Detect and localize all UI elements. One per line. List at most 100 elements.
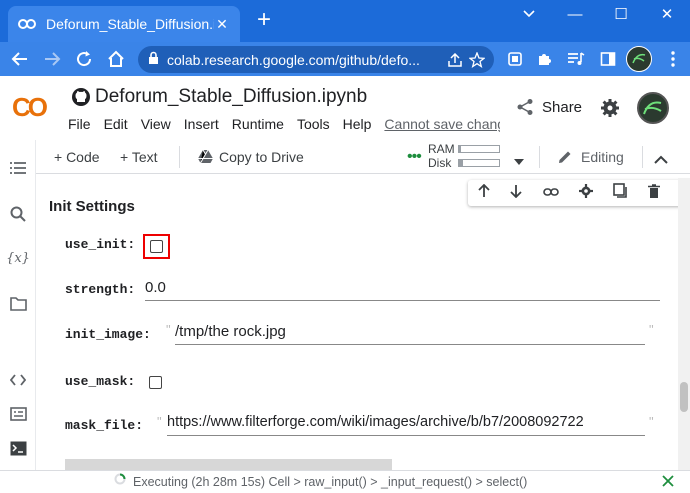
resource-monitor[interactable]: RAM Disk <box>428 142 500 170</box>
files-folder-icon[interactable] <box>8 294 28 314</box>
init-image-label: init_image: <box>65 327 151 342</box>
puzzle-extensions-icon[interactable] <box>531 46 557 72</box>
drive-icon <box>198 150 213 163</box>
terminal-icon[interactable] <box>8 438 28 458</box>
bookmark-star-icon[interactable] <box>466 51 488 68</box>
runtime-dropdown-icon[interactable] <box>514 152 524 168</box>
search-icon[interactable] <box>8 204 28 224</box>
add-code-button[interactable]: + Code <box>54 149 100 165</box>
chevron-down-icon[interactable] <box>506 0 552 28</box>
form-cell: Init Settings use_init: strength: 0.0 in… <box>38 180 690 470</box>
use-init-label: use_init: <box>65 237 136 252</box>
move-cell-down-icon[interactable] <box>510 184 523 203</box>
cannot-save-link[interactable]: Cannot save changes <box>384 116 500 132</box>
move-cell-up-icon[interactable] <box>478 183 490 203</box>
quote-open: " <box>157 414 162 429</box>
minimize-button[interactable]: — <box>552 0 598 28</box>
menu-edit[interactable]: Edit <box>104 116 128 132</box>
notebook-title[interactable]: Deforum_Stable_Diffusion.ipynb <box>71 86 367 108</box>
use-mask-label: use_mask: <box>65 374 136 389</box>
lock-icon <box>148 51 159 68</box>
copy-to-drive-button[interactable]: Copy to Drive <box>198 149 304 165</box>
executing-spinner-icon <box>114 473 126 488</box>
share-icon <box>517 99 533 115</box>
collapse-chevron-up-icon[interactable] <box>654 151 668 167</box>
share-button[interactable]: Share <box>516 98 582 116</box>
back-arrow-icon[interactable] <box>6 45 34 73</box>
ram-bar-fill <box>459 146 461 152</box>
profile-avatar-icon[interactable] <box>626 46 652 72</box>
strength-label: strength: <box>65 282 136 297</box>
disk-bar-fill <box>459 160 463 166</box>
url-text: colab.research.google.com/github/defo... <box>167 51 420 68</box>
maximize-button[interactable]: ☐ <box>598 0 644 28</box>
mask-file-label: mask_file: <box>65 418 144 433</box>
toolbar-divider <box>539 145 540 168</box>
side-panel-icon[interactable] <box>595 46 621 72</box>
vertical-scrollbar[interactable] <box>678 178 690 470</box>
ram-label: RAM <box>428 142 455 156</box>
browser-tab[interactable]: Deforum_Stable_Diffusion.ipynb ✕ <box>8 6 240 42</box>
address-bar[interactable]: colab.research.google.com/github/defo... <box>138 46 494 73</box>
reload-icon[interactable] <box>70 45 98 73</box>
disk-label: Disk <box>428 156 452 170</box>
settings-gear-icon[interactable] <box>600 98 620 123</box>
toolbar-divider <box>179 145 180 168</box>
new-tab-button[interactable]: + <box>252 8 276 33</box>
use-init-checkbox[interactable] <box>150 240 163 253</box>
delete-cell-icon[interactable] <box>647 183 660 203</box>
media-queue-icon[interactable] <box>563 46 589 72</box>
quote-close: " <box>649 322 654 337</box>
disk-bar <box>458 159 500 167</box>
copy-to-drive-label: Copy to Drive <box>219 148 304 165</box>
notebook-title-text: Deforum_Stable_Diffusion.ipynb <box>95 86 368 107</box>
colab-logo[interactable]: CO <box>12 92 48 123</box>
use-mask-checkbox[interactable] <box>149 376 162 389</box>
connected-status-icon: ••• <box>407 148 422 165</box>
close-window-button[interactable]: ✕ <box>644 0 690 28</box>
command-palette-icon[interactable] <box>8 404 28 424</box>
mask-file-input[interactable]: https://www.filterforge.com/wiki/images/… <box>167 414 645 436</box>
link-icon[interactable] <box>542 184 559 202</box>
menu-insert[interactable]: Insert <box>184 116 219 132</box>
section-title: Init Settings <box>49 198 135 215</box>
code-snippets-icon[interactable] <box>8 370 28 390</box>
strength-input[interactable]: 0.0 <box>145 279 660 301</box>
toolbar-divider <box>642 145 643 168</box>
quote-close: " <box>649 414 654 429</box>
menu-view[interactable]: View <box>141 116 171 132</box>
user-avatar[interactable] <box>637 92 669 124</box>
table-of-contents-icon[interactable] <box>8 158 28 178</box>
status-close-icon[interactable] <box>662 475 674 490</box>
status-text: Executing (2h 28m 15s) Cell > raw_input(… <box>133 475 528 489</box>
forward-arrow-icon[interactable] <box>38 45 66 73</box>
editing-label: Editing <box>581 148 624 165</box>
add-text-button[interactable]: + Text <box>120 149 158 165</box>
menu-tools[interactable]: Tools <box>297 116 330 132</box>
menu-runtime[interactable]: Runtime <box>232 116 284 132</box>
horizontal-scrollbar[interactable] <box>65 459 392 470</box>
share-page-icon[interactable] <box>444 52 466 67</box>
init-image-input[interactable]: /tmp/the rock.jpg <box>175 323 645 345</box>
home-icon[interactable] <box>102 45 130 73</box>
left-sidebar: {x} <box>0 140 36 470</box>
github-icon <box>72 88 90 106</box>
ram-bar <box>458 145 500 153</box>
pencil-icon <box>559 151 571 163</box>
notebook-toolbar: + Code + Text Copy to Drive ••• RAM Disk… <box>36 140 690 174</box>
editing-mode-button[interactable]: Editing <box>557 149 624 165</box>
colab-favicon-icon <box>18 15 36 33</box>
cell-settings-gear-icon[interactable] <box>578 183 593 203</box>
extension-icon[interactable] <box>502 46 528 72</box>
menu-file[interactable]: File <box>68 116 91 132</box>
share-label: Share <box>542 98 583 116</box>
status-bar: Executing (2h 28m 15s) Cell > raw_input(… <box>0 470 690 493</box>
tab-close-icon[interactable]: ✕ <box>214 16 230 32</box>
browser-tab-bar: Deforum_Stable_Diffusion.ipynb ✕ + — ☐ ✕ <box>0 0 690 42</box>
variables-icon[interactable]: {x} <box>6 248 30 268</box>
more-menu-icon[interactable] <box>660 46 686 72</box>
scrollbar-thumb[interactable] <box>680 382 688 412</box>
menu-help[interactable]: Help <box>343 116 372 132</box>
tab-title: Deforum_Stable_Diffusion.ipynb <box>46 16 214 32</box>
mirror-cell-icon[interactable] <box>613 183 628 203</box>
